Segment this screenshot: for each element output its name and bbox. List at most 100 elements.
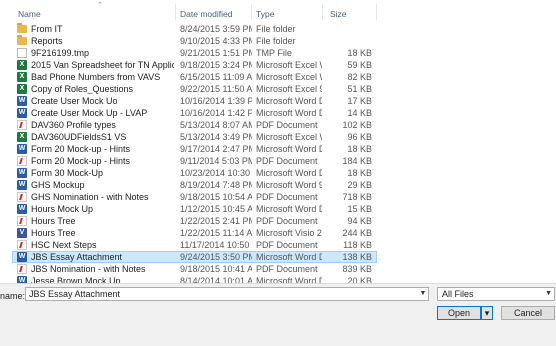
file-type: PDF Document xyxy=(256,120,318,130)
file-name: Reports xyxy=(31,36,63,46)
file-size: 59 KB xyxy=(347,60,372,70)
file-type: PDF Document xyxy=(256,216,318,226)
file-name: Form 20 Mock-up - Hints xyxy=(31,156,131,166)
file-row[interactable]: From IT 8/24/2015 3:59 PM File folder xyxy=(0,23,556,35)
file-name: GHS Nomination - with Notes xyxy=(31,192,149,202)
file-date: 1/22/2015 2:41 PM xyxy=(180,216,252,226)
file-type: Microsoft Word D... xyxy=(256,168,322,178)
dialog-footer: name: JBS Essay Attachment ▼ All Files ▼… xyxy=(0,283,556,346)
file-row[interactable]: W Create User Mock Uo 10/16/2014 1:39 PM Mi… xyxy=(0,95,556,107)
column-divider[interactable] xyxy=(175,4,176,20)
file-size: 102 KB xyxy=(342,120,372,130)
open-options-button[interactable]: ▾ xyxy=(481,306,493,320)
file-type: PDF Document xyxy=(256,264,318,274)
file-row[interactable]: W Form 20 Mock-up - Hints 9/17/2014 2:47 P… xyxy=(0,143,556,155)
file-date: 5/13/2014 8:07 AM xyxy=(180,120,252,130)
file-size: 82 KB xyxy=(347,72,372,82)
file-row[interactable]: W GHS Mockup 8/19/2014 7:48 PM Microsoft Wo… xyxy=(0,179,556,191)
file-name: JBS Nomination - with Notes xyxy=(31,264,146,274)
file-row[interactable]: X Bad Phone Numbers from VAVS 6/15/2015 11… xyxy=(0,71,556,83)
file-name: 9F216199.tmp xyxy=(31,48,90,58)
column-divider[interactable] xyxy=(322,4,323,20)
file-date: 9/18/2015 10:41 AM xyxy=(180,264,252,274)
file-type: Microsoft Visio 20... xyxy=(256,228,322,238)
column-size-header[interactable]: Size xyxy=(330,9,347,19)
word-file-icon: W xyxy=(17,108,27,118)
pdf-file-icon xyxy=(17,120,27,130)
file-type-select[interactable]: All Files ▼ xyxy=(437,287,555,301)
column-type-header[interactable]: Type xyxy=(256,9,274,19)
pdf-file-icon xyxy=(17,264,27,274)
file-row[interactable]: JBS Nomination - with Notes 9/18/2015 10:… xyxy=(0,263,556,275)
file-row[interactable]: W JBS Essay Attachment 9/24/2015 3:50 PM Mi… xyxy=(0,251,556,263)
file-type: PDF Document xyxy=(256,240,318,250)
file-name: Form 30 Mock-Up xyxy=(31,168,104,178)
file-date: 9/18/2015 3:24 PM xyxy=(180,60,252,70)
column-name-header[interactable]: Name xyxy=(18,9,41,19)
file-type: Microsoft Word D... xyxy=(256,96,322,106)
file-date: 9/18/2015 10:54 AM xyxy=(180,192,252,202)
file-row[interactable]: 9F216199.tmp 9/21/2015 1:51 PM TMP File 18 … xyxy=(0,47,556,59)
file-row[interactable]: Form 20 Mock-up - Hints 9/11/2014 5:03 PM… xyxy=(0,155,556,167)
column-divider[interactable] xyxy=(251,4,252,20)
sort-chevron-icon[interactable]: ⌃ xyxy=(97,1,103,9)
chevron-down-icon[interactable]: ▼ xyxy=(418,288,428,300)
column-header: ⌃ Name Date modified Type Size xyxy=(0,0,556,22)
file-type: Microsoft Excel W... xyxy=(256,132,322,142)
file-row[interactable]: V Hours Tree 1/22/2015 11:14 AM Microsoft V… xyxy=(0,227,556,239)
file-name: DAV360 Profile types xyxy=(31,120,116,130)
file-size: 18 KB xyxy=(347,168,372,178)
file-name: GHS Mockup xyxy=(31,180,85,190)
file-type: PDF Document xyxy=(256,156,318,166)
file-size: 184 KB xyxy=(342,156,372,166)
file-date: 9/10/2015 4:33 PM xyxy=(180,36,252,46)
pdf-file-icon xyxy=(17,156,27,166)
file-row[interactable]: X 2015 Van Spreadsheet for TN Application… xyxy=(0,59,556,71)
file-row[interactable]: X Copy of Roles_Questions 9/22/2015 11:50 … xyxy=(0,83,556,95)
file-date: 10/16/2014 1:39 PM xyxy=(180,96,252,106)
file-name: Hours Tree xyxy=(31,228,76,238)
file-type: Microsoft Word D... xyxy=(256,252,322,262)
word-file-icon: W xyxy=(17,144,27,154)
column-date-header[interactable]: Date modified xyxy=(180,9,232,19)
word-file-icon: W xyxy=(17,168,27,178)
file-date: 8/24/2015 3:59 PM xyxy=(180,24,252,34)
file-size: 51 KB xyxy=(347,84,372,94)
folder-icon xyxy=(17,35,27,45)
file-size: 29 KB xyxy=(347,180,372,190)
file-row[interactable]: Reports 9/10/2015 4:33 PM File folder xyxy=(0,35,556,47)
file-row[interactable]: W Hours Mock Up 1/12/2015 10:45 AM Microsof… xyxy=(0,203,556,215)
file-date: 9/22/2015 11:50 AM xyxy=(180,84,252,94)
file-size: 118 KB xyxy=(343,240,372,250)
column-divider[interactable] xyxy=(376,4,377,20)
file-row[interactable]: HSC Next Steps 11/17/2014 10:50 ... PDF Do… xyxy=(0,239,556,251)
open-button[interactable]: Open xyxy=(437,306,481,320)
file-row[interactable]: Hours Tree 1/22/2015 2:41 PM PDF Document 9… xyxy=(0,215,556,227)
filename-input[interactable]: JBS Essay Attachment xyxy=(25,287,429,301)
file-date: 9/11/2014 5:03 PM xyxy=(180,156,252,166)
file-type: Microsoft Word D... xyxy=(256,144,322,154)
file-type: Microsoft Word D... xyxy=(256,108,322,118)
file-row[interactable]: W Create User Mock Up - LVAP 10/16/2014 1:… xyxy=(0,107,556,119)
file-row[interactable]: GHS Nomination - with Notes 9/18/2015 10:… xyxy=(0,191,556,203)
file-date: 10/16/2014 1:42 PM xyxy=(180,108,252,118)
word-file-icon: W xyxy=(17,96,27,106)
word-file-icon: W xyxy=(17,204,27,214)
file-date: 1/12/2015 10:45 AM xyxy=(180,204,252,214)
file-name: Hours Tree xyxy=(31,216,76,226)
file-type: TMP File xyxy=(256,48,292,58)
file-date: 5/13/2014 3:49 PM xyxy=(180,132,252,142)
file-row[interactable]: W Form 30 Mock-Up 10/23/2014 10:30 ... Micr… xyxy=(0,167,556,179)
file-date: 1/22/2015 11:14 AM xyxy=(180,228,252,238)
file-name: DAV360UDFieldsS1 VS xyxy=(31,132,127,142)
file-name: Form 20 Mock-up - Hints xyxy=(31,144,131,154)
cancel-button[interactable]: Cancel xyxy=(501,306,555,320)
file-row[interactable]: X DAV360UDFieldsS1 VS 5/13/2014 3:49 PM Mic… xyxy=(0,131,556,143)
file-row[interactable]: DAV360 Profile types 5/13/2014 8:07 AM PDF… xyxy=(0,119,556,131)
file-size: 18 KB xyxy=(347,48,372,58)
file-date: 10/23/2014 10:30 ... xyxy=(180,168,252,178)
file-type-value: All Files xyxy=(442,289,474,299)
file-name: Bad Phone Numbers from VAVS xyxy=(31,72,161,82)
file-size: 138 KB xyxy=(342,252,372,262)
file-type: File folder xyxy=(256,24,296,34)
